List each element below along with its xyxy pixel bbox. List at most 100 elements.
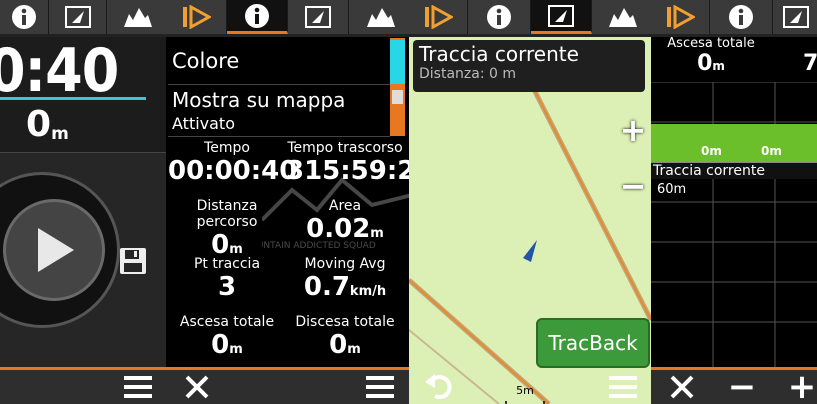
- menu-button[interactable]: [603, 372, 643, 402]
- scrollbar-thumb[interactable]: [392, 90, 403, 104]
- close-icon: [670, 375, 694, 399]
- tab-track-manager[interactable]: [651, 0, 710, 34]
- bottom-bar: − +: [651, 367, 817, 404]
- distance-display: 0m: [26, 104, 69, 145]
- menu-icon: [609, 376, 637, 398]
- tab-map[interactable]: [49, 0, 107, 34]
- map-compass-icon: [548, 4, 574, 27]
- stat-value: 315:59:2: [286, 156, 409, 186]
- close-button[interactable]: [180, 372, 214, 402]
- info-icon: [487, 5, 511, 29]
- track-header: Traccia corrente Distanza: 0 m: [413, 40, 645, 92]
- map-compass-icon: [305, 6, 331, 28]
- menu-button[interactable]: [360, 372, 400, 402]
- play-icon: [38, 228, 74, 272]
- map-scale: 5m: [505, 384, 545, 404]
- scale-label: 5m: [516, 384, 534, 397]
- info-icon: [245, 3, 269, 28]
- stat-tempo-trascorso: Tempo trascorso 315:59:2: [286, 140, 409, 186]
- stat-label: Distanza percorso: [196, 198, 258, 230]
- tab-map[interactable]: [288, 0, 349, 34]
- elevation-icon: [123, 8, 152, 27]
- tab-info[interactable]: [0, 0, 49, 34]
- field-number: 0: [697, 51, 713, 76]
- track-distance: Distanza: 0 m: [419, 66, 516, 82]
- tab-map[interactable]: [773, 0, 817, 34]
- tab-info[interactable]: [227, 0, 288, 34]
- cyan-divider: [0, 97, 146, 100]
- map-compass-icon: [783, 6, 809, 28]
- close-icon: [185, 375, 209, 399]
- total-ascent-field: Ascesa totale 0m: [651, 36, 771, 76]
- stat-value: 0.02m: [286, 214, 404, 249]
- stat-number: 0: [211, 330, 230, 360]
- bottom-bar: [166, 367, 409, 404]
- top-tabbar: [409, 0, 651, 37]
- top-tabbar: [166, 0, 409, 37]
- elevation-screen: Ascesa totale 0m 7 0m 0m Traccia corrent…: [651, 0, 817, 404]
- stat-value: 3: [217, 272, 237, 302]
- zoom-in-button[interactable]: +: [785, 367, 817, 404]
- track-play-icon: [183, 5, 211, 29]
- distance-unit: m: [51, 124, 69, 144]
- stat-moving-avg: Moving Avg 0.7km/h: [286, 256, 404, 307]
- field-label: Ascesa totale: [667, 36, 755, 51]
- menu-icon: [124, 376, 152, 398]
- tab-map[interactable]: [531, 0, 592, 34]
- stat-value: 0m: [286, 330, 404, 365]
- top-tabbar: [0, 0, 166, 37]
- tracback-button[interactable]: TracBack: [536, 318, 650, 368]
- stat-pt-traccia: Pt traccia 3: [168, 256, 286, 302]
- save-button[interactable]: [118, 246, 148, 280]
- track-play-icon: [667, 5, 695, 29]
- stat-area: Area 0.02m: [286, 198, 404, 249]
- distance-value: 0: [26, 104, 52, 145]
- stat-number: 0.7: [303, 272, 350, 302]
- zoom-out-button[interactable]: −: [725, 367, 759, 404]
- stat-ascesa: Ascesa totale 0m: [168, 314, 286, 365]
- field-value: 7: [803, 51, 817, 76]
- tab-track-manager[interactable]: [409, 0, 468, 34]
- info-icon: [12, 5, 36, 29]
- map-screen: Traccia corrente Distanza: 0 m + − TracB…: [409, 0, 651, 404]
- tab-elevation[interactable]: [592, 0, 651, 34]
- trip-screen: 0:40 0m: [0, 0, 166, 404]
- stat-label: Pt traccia: [193, 256, 261, 272]
- show-on-map-value: Attivato: [172, 114, 235, 133]
- stat-unit: m: [229, 242, 243, 257]
- show-on-map-row[interactable]: Mostra su mappa Attivato: [168, 86, 390, 137]
- stat-unit: m: [229, 342, 243, 357]
- track-details-screen: Colore Mostra su mappa Attivato MOUNTAIN…: [166, 0, 409, 404]
- show-on-map-label: Mostra su mappa: [172, 88, 346, 112]
- tab-info[interactable]: [710, 0, 773, 34]
- band-label: 0m: [761, 144, 782, 158]
- tab-info[interactable]: [468, 0, 531, 34]
- track-title: Traccia corrente: [419, 42, 579, 66]
- play-button[interactable]: [3, 199, 105, 301]
- tab-elevation[interactable]: [107, 0, 166, 34]
- color-row[interactable]: Colore: [168, 38, 394, 85]
- info-icon: [729, 5, 753, 29]
- stat-unit: m: [347, 342, 361, 357]
- tab-track-manager[interactable]: [166, 0, 227, 34]
- stat-distanza: Distanza percorso 0m: [168, 198, 286, 265]
- elevation-icon: [609, 8, 637, 27]
- close-button[interactable]: [665, 372, 699, 402]
- stat-number: 0: [329, 330, 348, 360]
- back-button[interactable]: [423, 372, 457, 402]
- map-compass-icon: [64, 6, 91, 28]
- stat-label: Tempo: [204, 140, 250, 156]
- elevation-icon: [366, 8, 395, 27]
- tab-elevation[interactable]: [349, 0, 409, 34]
- zoom-out-button[interactable]: −: [619, 170, 647, 202]
- stat-label: Tempo trascorso: [287, 140, 403, 156]
- elevation-profile-band: 0m 0m: [651, 124, 817, 162]
- track-play-icon: [425, 5, 453, 29]
- menu-button[interactable]: [118, 372, 158, 402]
- menu-icon: [366, 376, 394, 398]
- top-tabbar: [651, 0, 817, 37]
- zoom-in-button[interactable]: +: [619, 114, 647, 146]
- stat-unit: m: [370, 226, 384, 241]
- field-value: 0m: [651, 51, 771, 76]
- stat-label: Ascesa totale: [179, 314, 275, 330]
